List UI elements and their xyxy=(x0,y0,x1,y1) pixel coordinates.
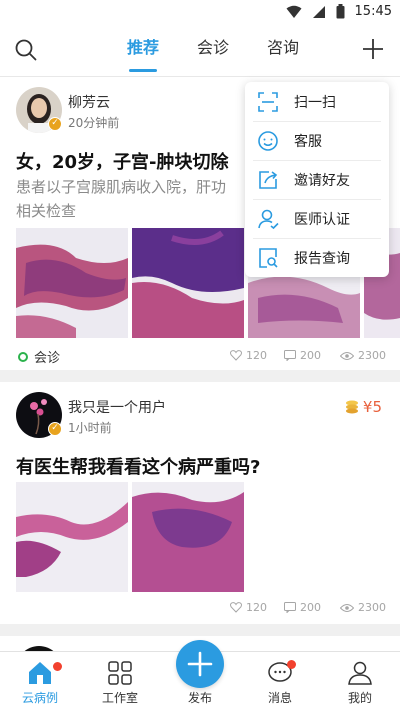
scan-icon xyxy=(258,91,278,112)
consult-dot-icon xyxy=(18,351,28,362)
view-count: 2300 xyxy=(340,349,386,362)
view-count-value: 2300 xyxy=(358,601,386,614)
comment-icon xyxy=(284,602,296,613)
comment-icon xyxy=(284,350,296,361)
feed-tabs: 推荐 会诊 咨询 xyxy=(108,36,318,72)
like-count[interactable]: 120 xyxy=(230,601,267,614)
nav-publish[interactable]: 发布 xyxy=(170,686,230,706)
author-name[interactable]: 我只是一个用户 xyxy=(68,397,166,417)
menu-item-label: 医师认证 xyxy=(294,211,350,228)
menu-item-doctor-verify[interactable]: 医师认证 xyxy=(245,199,389,238)
nav-label: 云病例 xyxy=(21,691,58,705)
comment-count[interactable]: 200 xyxy=(284,601,321,614)
heart-icon xyxy=(230,602,242,613)
tab-recommend[interactable]: 推荐 xyxy=(108,36,178,72)
reward-amount: ¥5 xyxy=(362,398,382,416)
nav-label: 消息 xyxy=(267,691,292,705)
eye-icon xyxy=(340,351,354,360)
doctor-verify-icon xyxy=(258,209,279,229)
person-icon xyxy=(348,661,372,685)
customer-service-icon xyxy=(258,130,278,151)
verified-badge-icon: ✓ xyxy=(48,117,62,131)
nav-label: 发布 xyxy=(187,691,212,705)
plus-popup-menu: 扫一扫 客服 邀请好友 医师认证 报告查询 xyxy=(245,82,389,277)
card-gap xyxy=(0,624,400,636)
pathology-image[interactable] xyxy=(132,228,244,338)
tab-consultation[interactable]: 会诊 xyxy=(178,36,248,72)
case-title[interactable]: 女，20岁，子宫-肿块切除 xyxy=(16,148,229,174)
menu-item-label: 邀请好友 xyxy=(294,172,350,189)
nav-label: 我的 xyxy=(347,691,372,705)
coin-icon xyxy=(345,400,358,414)
like-count-value: 120 xyxy=(246,349,267,362)
like-count-value: 120 xyxy=(246,601,267,614)
view-count: 2300 xyxy=(340,601,386,614)
status-bar: 15:45 xyxy=(0,0,400,26)
battery-icon xyxy=(336,4,345,19)
grid-icon xyxy=(108,661,132,685)
pathology-image[interactable] xyxy=(16,228,128,338)
wifi-icon xyxy=(286,5,302,18)
pathology-image[interactable] xyxy=(132,482,244,592)
clock: 15:45 xyxy=(354,4,392,19)
heart-icon xyxy=(230,350,242,361)
menu-item-customer-service[interactable]: 客服 xyxy=(245,121,389,160)
nav-studio[interactable]: 工作室 xyxy=(90,660,150,706)
verified-badge-icon: ✓ xyxy=(48,422,62,436)
reward-badge: ¥5 xyxy=(345,398,382,416)
view-count-value: 2300 xyxy=(358,349,386,362)
nav-label: 工作室 xyxy=(101,691,138,705)
post-time: 20分钟前 xyxy=(68,116,120,130)
menu-item-invite[interactable]: 邀请好友 xyxy=(245,160,389,199)
menu-item-label: 扫一扫 xyxy=(294,94,336,111)
nav-messages[interactable]: 消息 xyxy=(250,660,310,706)
notification-dot xyxy=(53,662,62,671)
menu-item-label: 报告查询 xyxy=(294,250,350,267)
top-header: 推荐 会诊 咨询 xyxy=(0,26,400,76)
comment-count[interactable]: 200 xyxy=(284,349,321,362)
plus-icon[interactable] xyxy=(360,36,386,62)
card-gap xyxy=(0,370,400,382)
author-name[interactable]: 柳芳云 xyxy=(68,92,110,112)
signal-icon xyxy=(312,5,325,18)
plus-icon xyxy=(187,651,213,677)
case-card[interactable]: ✓ 我只是一个用户 1小时前 ¥5 有医生帮我看看这个病严重吗? 120 200… xyxy=(0,382,400,624)
home-icon xyxy=(29,662,51,684)
pathology-image[interactable] xyxy=(16,482,128,592)
comment-count-value: 200 xyxy=(300,601,321,614)
report-search-icon xyxy=(259,247,278,268)
invite-icon xyxy=(259,170,278,189)
notification-dot xyxy=(287,660,296,669)
case-title[interactable]: 有医生帮我看看这个病严重吗? xyxy=(16,453,260,479)
publish-button[interactable] xyxy=(176,640,224,688)
tab-inquiry[interactable]: 咨询 xyxy=(248,36,318,72)
eye-icon xyxy=(340,603,354,612)
search-icon[interactable] xyxy=(14,38,38,62)
nav-me[interactable]: 我的 xyxy=(330,660,390,706)
comment-count-value: 200 xyxy=(300,349,321,362)
post-time: 1小时前 xyxy=(68,421,112,435)
menu-item-scan[interactable]: 扫一扫 xyxy=(245,82,389,121)
consult-tag[interactable]: 会诊 xyxy=(18,347,60,366)
menu-item-label: 客服 xyxy=(294,133,322,150)
menu-item-report-search[interactable]: 报告查询 xyxy=(245,238,389,277)
consult-tag-label: 会诊 xyxy=(34,351,61,366)
like-count[interactable]: 120 xyxy=(230,349,267,362)
